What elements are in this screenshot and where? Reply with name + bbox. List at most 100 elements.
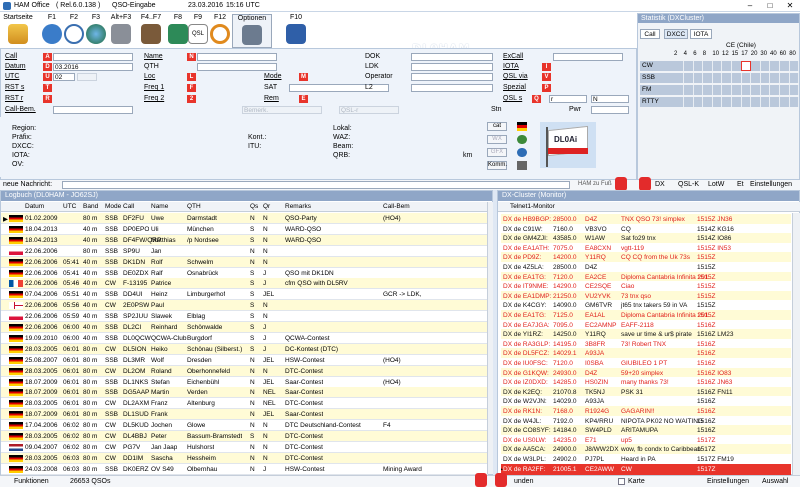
start-button[interactable]: Startseite [2,14,34,48]
stat-cell[interactable] [674,97,684,107]
date-input[interactable]: 03.2016 [53,63,133,71]
stat-cell[interactable] [770,97,780,107]
stat-cell[interactable] [780,61,790,71]
col-header-10[interactable]: Call-Bem [383,203,410,210]
col-header-6[interactable]: QTH [187,203,201,210]
stat-cell[interactable] [674,73,684,83]
tab-dxcc[interactable]: DXCC [664,29,688,39]
stat-cell[interactable] [732,61,742,71]
callbem-input[interactable] [53,106,133,114]
stat-cell[interactable] [770,73,780,83]
table-row[interactable]: 07.04.2006 05:51 40 m SSB DD4UI Heinz Limburge… [1,289,488,301]
stat-cell[interactable] [760,73,771,83]
et-toggle[interactable]: Et [737,181,744,188]
stat-cell[interactable] [722,61,732,71]
settings-button[interactable]: Einstellungen [707,478,749,485]
cluster-spot-row[interactable]: DX de RA2FF:21005.1CE2AWWCW1517Z▶ [501,463,791,475]
stat-cell[interactable] [751,97,761,107]
stat-cell[interactable] [712,61,723,71]
col-header-7[interactable]: Qs [250,203,258,210]
table-row[interactable]: 28.03.2005 06:01 80 m CW DL5ION Heiko Schönau … [1,343,488,355]
stat-cell[interactable] [722,97,732,107]
table-row[interactable]: 22.06.2006 05:59 40 m SSB SP2JUU Slawek Elblag… [1,311,488,323]
stat-cell[interactable] [712,85,723,95]
col-header-1[interactable]: UTC [63,203,76,210]
pwr-input[interactable] [591,106,629,114]
web-icon[interactable] [517,148,527,157]
stat-cell[interactable] [684,97,694,107]
table-row[interactable]: 25.08.2007 06:01 80 m SSB DL3MR Wolf Dresden N J… [1,354,488,366]
options-button[interactable]: Optionen [232,14,272,48]
table-row[interactable]: 17.04.2006 06:02 80 m CW DL5KUD Jochen Glowe N N… [1,420,488,432]
l2-input[interactable] [411,84,493,92]
operator-input[interactable] [411,73,493,81]
stat-cell[interactable] [693,61,704,71]
stat-cell[interactable] [703,61,713,71]
cat-button[interactable]: cat [487,122,507,131]
qsls-select[interactable]: r [549,95,587,103]
altf3-button[interactable]: Alt+F3 [106,14,136,48]
stat-cell[interactable] [760,61,771,71]
f12-button[interactable]: F12 [206,14,234,48]
printer-icon[interactable] [517,161,527,170]
qslk-toggle[interactable]: QSL-K [678,181,699,188]
stat-cell[interactable] [780,73,790,83]
stat-cell[interactable] [789,97,800,107]
minimize-icon[interactable]: – [740,0,760,12]
f10-button[interactable]: F10 [282,14,310,48]
col-header-2[interactable]: Band [83,203,98,210]
gfx-button[interactable]: GFX [487,148,507,157]
stat-cell[interactable] [760,85,771,95]
call-input[interactable] [53,53,133,61]
dx-toggle[interactable]: DX [655,181,665,188]
auswahl-button[interactable]: Auswahl [762,478,788,485]
table-row[interactable]: 09.04.2007 06:02 80 m CW PG7V Jan Jaap Hulshor… [1,441,488,453]
stat-cell[interactable] [732,97,742,107]
ldk-input[interactable] [411,63,493,71]
stat-cell[interactable] [741,85,752,95]
wx-button[interactable]: WX [487,135,507,144]
stat-cell[interactable] [693,97,704,107]
stat-cell[interactable] [741,61,752,71]
stat-cell[interactable] [770,61,780,71]
table-row[interactable]: 18.07.2009 06:01 80 m SSB DG5AAP Martin Verden… [1,387,488,399]
table-row[interactable]: 28.03.2005 06:01 80 m CW DL2OM Roland Oberhonn… [1,365,488,377]
telnet-tab[interactable]: Telnet1-Monitor [510,203,555,210]
table-row[interactable]: 28.03.2005 06:03 80 m CW DD1IM Sascha Hessheim… [1,452,488,464]
tab-iota[interactable]: IOTA [690,29,712,39]
table-row[interactable]: 28.03.2005 06:01 80 m CW DL2AXM Franz Altenbur… [1,398,488,410]
stat-cell[interactable] [693,85,704,95]
col-header-5[interactable]: Name [151,203,168,210]
komm-button[interactable]: Komm. [487,161,507,170]
stat-cell[interactable] [760,97,771,107]
stat-cell[interactable] [674,85,684,95]
stat-cell[interactable] [712,97,723,107]
stat-cell[interactable] [780,85,790,95]
stat-cell[interactable] [703,97,713,107]
table-row[interactable]: 18.04.2013 40 m SSB DF4FW/QRP Matthias/p Nor… [1,234,488,246]
stat-cell[interactable] [770,85,780,95]
right-arrow-icon[interactable] [639,177,651,191]
tab-call[interactable]: Call [640,29,660,39]
col-header-9[interactable]: Remarks [285,203,311,210]
stat-cell[interactable] [780,97,790,107]
stat-row-fm[interactable]: FM [640,85,800,95]
karte-checkbox[interactable] [618,478,625,485]
stat-cell[interactable] [684,85,694,95]
left-arrow-icon-bottom[interactable] [475,473,487,487]
dok-input[interactable] [411,53,493,61]
table-row[interactable]: 18.07.2009 06:01 80 m SSB DL1NKS Stefan Eichen… [1,376,488,388]
left-arrow-icon[interactable] [615,177,627,191]
stat-cell[interactable] [789,73,800,83]
stat-cell[interactable] [751,61,761,71]
stat-cell[interactable] [722,85,732,95]
funktionen-button[interactable]: Funktionen [14,478,49,485]
stat-cell[interactable] [703,73,713,83]
globe-icon[interactable] [517,135,527,144]
table-row[interactable]: 28.03.2005 06:02 80 m CW DL4BBJ Peter Bassum-B… [1,431,488,442]
stat-row-rtty[interactable]: RTTY [640,97,800,107]
close-icon[interactable]: ✕ [780,0,800,12]
stat-cell[interactable] [712,73,723,83]
table-row[interactable]: 18.07.2009 06:01 80 m SSB DL1SUD Frank N JEL Saa… [1,409,488,421]
stat-cell[interactable] [684,61,694,71]
